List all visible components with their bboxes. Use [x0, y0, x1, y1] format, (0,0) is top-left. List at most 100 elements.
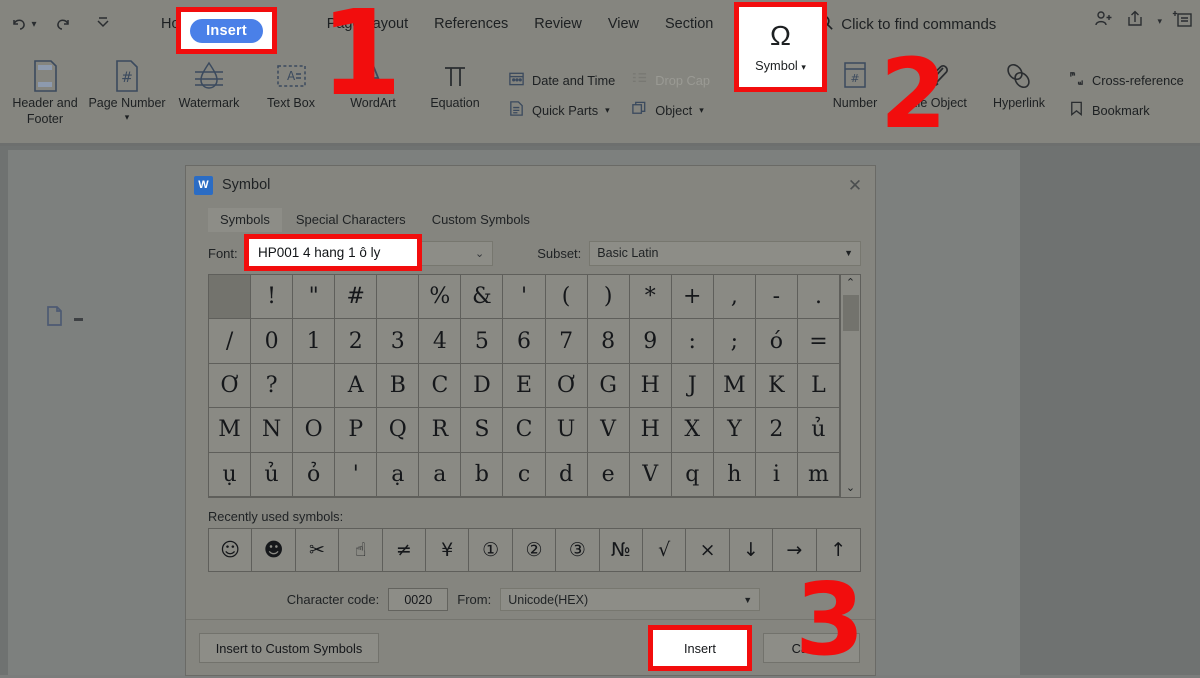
symbol-cell[interactable]: 8 — [587, 319, 630, 364]
symbol-cell[interactable]: + — [671, 275, 714, 320]
symbol-cell[interactable]: q — [671, 452, 714, 497]
symbol-cell[interactable]: a — [419, 452, 462, 497]
symbol-cell[interactable]: e — [587, 452, 630, 497]
paste-options-icon[interactable] — [45, 305, 64, 332]
recent-symbol-cell[interactable]: ③ — [556, 529, 600, 571]
page-number-button[interactable]: # Page Number ▾ — [86, 48, 168, 138]
symbol-cell[interactable]: : — [671, 319, 714, 364]
symbol-cell[interactable]: ! — [251, 275, 294, 320]
symbol-cell[interactable]: ; — [713, 319, 756, 364]
dialog-titlebar[interactable]: W Symbol ✕ — [186, 166, 875, 204]
recent-symbol-cell[interactable]: ☝ — [339, 529, 383, 571]
ribbon-tab-view[interactable]: View — [595, 7, 652, 41]
header-and-footer-button[interactable]: Header and Footer — [4, 48, 86, 138]
symbol-cell[interactable]: " — [293, 275, 336, 320]
recent-symbol-cell[interactable]: ① — [469, 529, 513, 571]
character-code-input[interactable]: 0020 — [388, 588, 449, 611]
symbol-cell[interactable]: ụ — [209, 452, 252, 497]
recently-used-symbols[interactable]: ☺ ☻ ✂ ☝ ≠ ¥ ① ② ③ № √ × ↓ → ↑ — [208, 528, 861, 572]
symbol-cell[interactable]: A — [335, 363, 378, 409]
ribbon-tab-review[interactable]: Review — [521, 7, 595, 41]
symbol-cell[interactable]: S — [461, 408, 504, 453]
symbol-cell[interactable]: Y — [713, 408, 756, 453]
recent-symbol-cell[interactable]: ≠ — [383, 529, 426, 571]
symbol-cell[interactable]: 4 — [419, 319, 462, 364]
symbol-cell[interactable]: C — [419, 363, 462, 409]
symbol-cell[interactable]: ? — [251, 363, 294, 409]
symbol-cell[interactable]: c — [503, 452, 546, 497]
recent-symbol-cell[interactable]: ☺ — [209, 529, 253, 571]
tab-special-characters[interactable]: Special Characters — [284, 208, 418, 232]
bookmark-button[interactable]: Bookmark — [1060, 95, 1192, 125]
symbol-cell[interactable] — [293, 363, 336, 409]
tab-symbols[interactable]: Symbols — [208, 208, 282, 232]
object-button[interactable]: Object ▾ — [623, 95, 718, 125]
symbol-cell[interactable]: ạ — [377, 452, 420, 497]
symbol-cell[interactable]: V — [629, 452, 672, 497]
chevron-down-icon[interactable]: ▾ — [1157, 16, 1162, 27]
symbol-cell[interactable]: Ơ — [209, 363, 252, 409]
recent-symbol-cell[interactable]: √ — [643, 529, 687, 571]
command-search[interactable]: Click to find commands — [816, 13, 996, 36]
drop-cap-button[interactable]: Drop Cap — [623, 65, 718, 95]
symbol-cell[interactable]: X — [671, 408, 714, 453]
recent-symbol-cell[interactable]: ↓ — [730, 529, 774, 571]
symbol-cell[interactable]: 0 — [251, 319, 294, 364]
recent-symbol-cell[interactable]: № — [600, 529, 643, 571]
symbol-cell[interactable] — [377, 275, 420, 320]
symbol-cell[interactable]: 5 — [461, 319, 504, 364]
symbol-grid-scrollbar[interactable]: ⌃ ⌄ — [840, 275, 860, 497]
undo-icon[interactable]: ▾ — [6, 7, 40, 41]
quick-parts-button[interactable]: Quick Parts ▾ — [500, 95, 623, 125]
recent-symbol-cell[interactable]: ¥ — [426, 529, 470, 571]
cross-reference-button[interactable]: Cross-reference — [1060, 65, 1192, 95]
symbol-cell[interactable]: . — [797, 275, 840, 320]
recent-symbol-cell[interactable]: ② — [513, 529, 557, 571]
scroll-down-icon[interactable]: ⌄ — [846, 483, 855, 494]
ribbon-tab-insert[interactable]: Insert — [190, 18, 263, 43]
symbol-cell[interactable]: 2 — [755, 408, 798, 453]
date-and-time-button[interactable]: Date and Time — [500, 65, 623, 95]
symbol-cell[interactable]: 7 — [545, 319, 588, 364]
share-icon[interactable] — [1125, 8, 1147, 35]
symbol-cell[interactable]: ủ — [251, 452, 294, 497]
symbol-cell[interactable]: % — [419, 275, 462, 320]
tab-custom-symbols[interactable]: Custom Symbols — [420, 208, 542, 232]
symbol-cell[interactable]: 9 — [629, 319, 672, 364]
symbol-cell[interactable]: C — [503, 408, 546, 453]
symbol-cell[interactable] — [209, 275, 252, 320]
ribbon-tab-references[interactable]: References — [421, 7, 521, 41]
symbol-cell[interactable]: H — [629, 363, 672, 409]
insert-to-custom-symbols-button[interactable]: Insert to Custom Symbols — [199, 633, 379, 663]
equation-button[interactable]: Equation — [414, 48, 496, 138]
scrollbar-thumb[interactable] — [843, 295, 859, 331]
symbol-cell[interactable]: J — [671, 363, 714, 409]
redo-icon[interactable] — [46, 7, 80, 41]
symbol-cell[interactable]: 3 — [377, 319, 420, 364]
symbol-cell[interactable]: ' — [503, 275, 546, 320]
symbol-button[interactable]: Symbol ▾ — [755, 58, 806, 73]
symbol-cell[interactable]: m — [797, 452, 840, 497]
symbol-cell[interactable]: V — [587, 408, 630, 453]
symbol-cell[interactable]: i — [755, 452, 798, 497]
symbol-cell[interactable]: ủ — [797, 408, 840, 453]
symbol-cell[interactable]: L — [797, 363, 840, 409]
symbol-cell[interactable]: K — [755, 363, 798, 409]
hyperlink-button[interactable]: Hyperlink — [978, 48, 1060, 138]
symbol-cell[interactable]: E — [503, 363, 546, 409]
subset-select[interactable]: Basic Latin ▼ — [589, 240, 861, 266]
symbol-cell[interactable]: U — [545, 408, 588, 453]
from-select[interactable]: Unicode(HEX) ▼ — [500, 588, 761, 611]
symbol-cell[interactable]: = — [797, 319, 840, 364]
symbol-cell[interactable]: b — [461, 452, 504, 497]
symbol-cell[interactable]: B — [377, 363, 420, 409]
recent-symbol-cell[interactable]: ✂ — [296, 529, 340, 571]
symbol-cell[interactable]: R — [419, 408, 462, 453]
symbol-cell[interactable]: H — [629, 408, 672, 453]
symbol-cell[interactable]: Q — [377, 408, 420, 453]
symbol-cell[interactable]: & — [461, 275, 504, 320]
recent-symbol-cell[interactable]: × — [686, 529, 730, 571]
symbol-cell[interactable]: * — [629, 275, 672, 320]
symbol-cell[interactable]: # — [335, 275, 378, 320]
ribbon-tab-section[interactable]: Section — [652, 7, 726, 41]
